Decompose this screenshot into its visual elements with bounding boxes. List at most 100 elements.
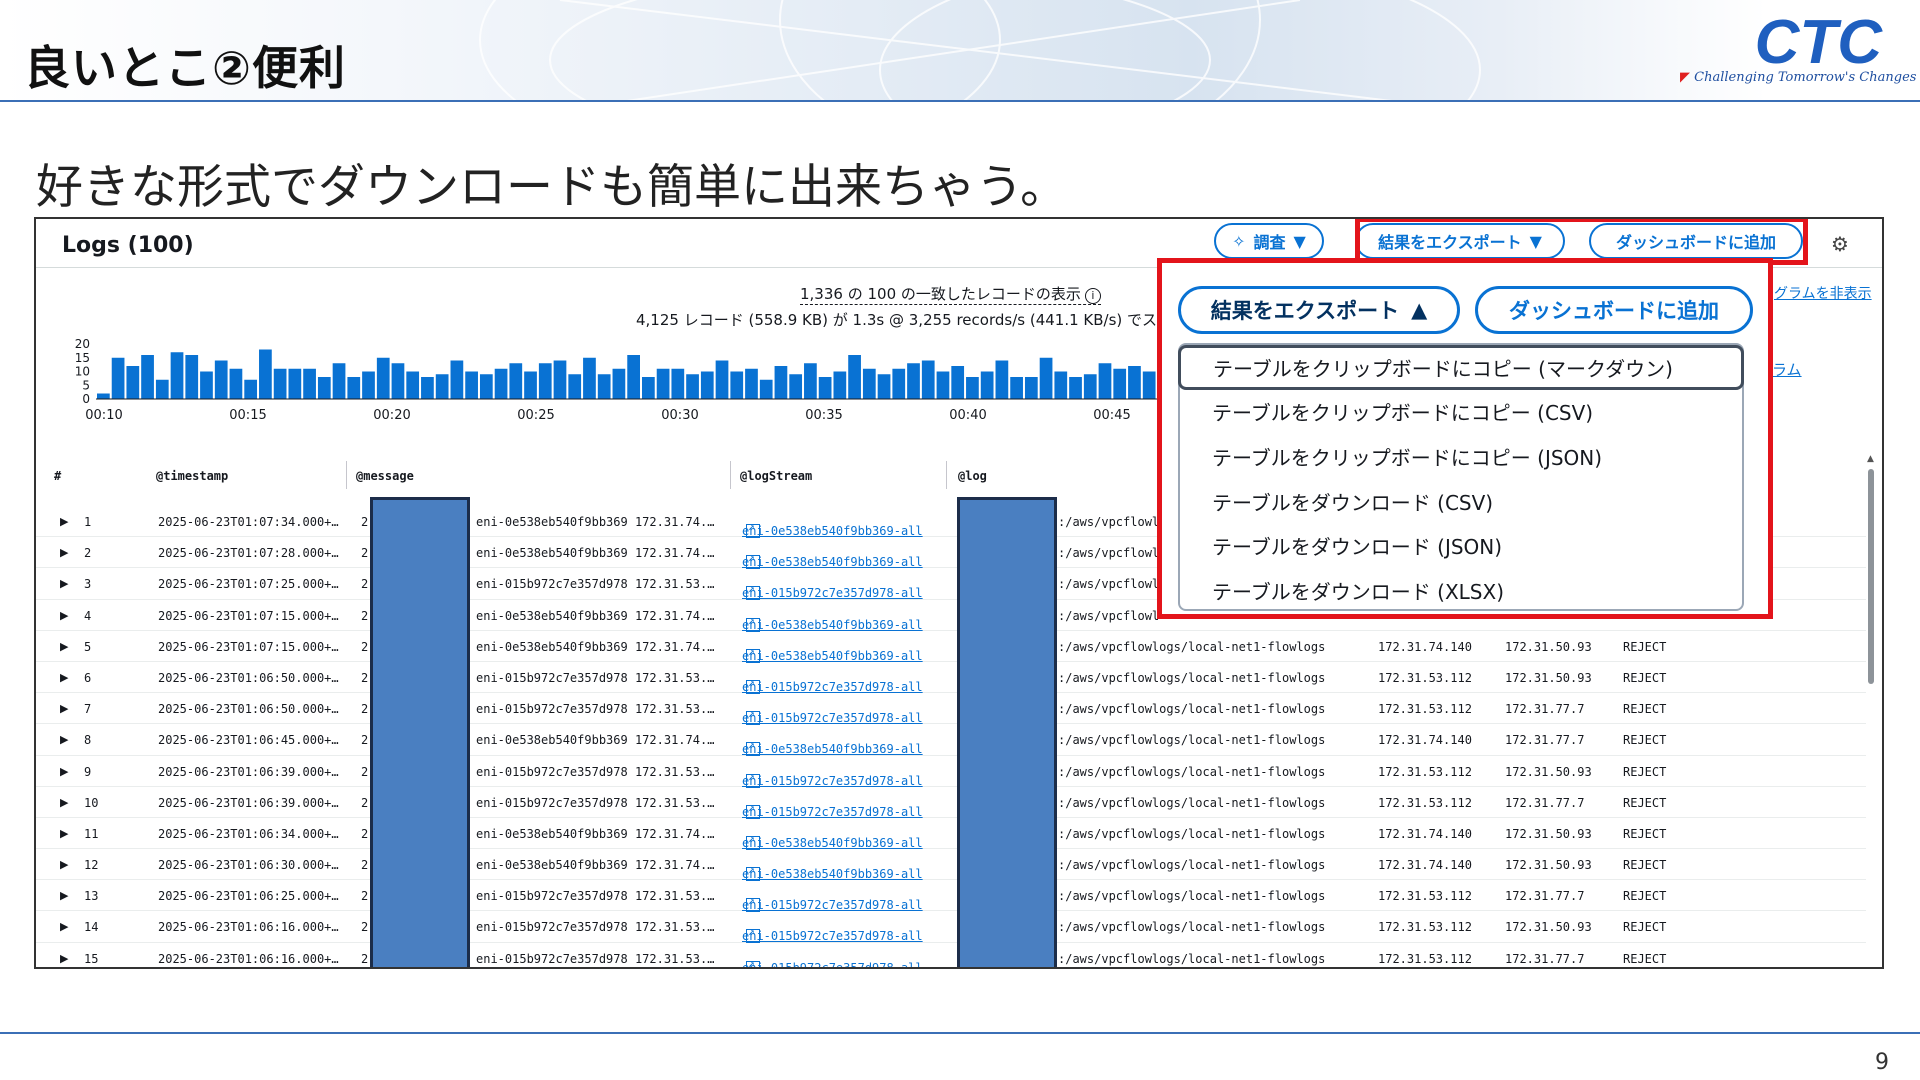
histogram-bar[interactable] (1128, 366, 1141, 399)
investigate-button[interactable]: ✧ 調査 ▼ (1214, 223, 1324, 259)
histogram-bar[interactable] (980, 371, 994, 400)
scrollbar-thumb[interactable] (1868, 469, 1874, 684)
histogram-bar[interactable] (745, 368, 758, 399)
histogram-bar[interactable] (568, 374, 582, 399)
histogram-bar[interactable] (642, 377, 655, 399)
histogram-bar[interactable] (332, 363, 346, 399)
column-header-timestamp[interactable]: @timestamp (156, 469, 228, 483)
histogram-bar[interactable] (877, 374, 891, 399)
histogram-bar[interactable] (612, 368, 626, 399)
logstream-link[interactable]: eni-0e538eb540f9bb369-all (742, 742, 923, 756)
histogram-bar[interactable] (97, 393, 110, 400)
histogram-bar[interactable] (862, 368, 876, 399)
histogram-bar[interactable] (804, 363, 817, 399)
histogram-bar[interactable] (833, 371, 847, 400)
expand-row-icon[interactable]: ▶ (60, 920, 68, 933)
expand-row-icon[interactable]: ▶ (60, 858, 68, 871)
table-row[interactable]: ▶ 9 2025-06-23T01:06:39.000+… 2 eni-015b972c… (36, 756, 1866, 788)
expand-row-icon[interactable]: ▶ (60, 671, 68, 684)
histogram-bar[interactable] (244, 379, 258, 399)
external-link-icon[interactable] (746, 801, 760, 819)
histogram-bar[interactable] (789, 374, 803, 399)
table-row[interactable]: ▶ 13 2025-06-23T01:06:25.000+… 2 eni-015b972… (36, 880, 1866, 913)
column-resizer[interactable] (346, 461, 347, 489)
add-to-dashboard-button-zoomed[interactable]: ダッシュボードに追加 (1475, 286, 1753, 334)
scroll-up-icon[interactable]: ▲ (1867, 454, 1874, 464)
histogram-bar[interactable] (759, 379, 773, 399)
table-row[interactable]: ▶ 12 2025-06-23T01:06:30.000+… 2 eni-0e538eb… (36, 849, 1866, 882)
expand-row-icon[interactable]: ▶ (60, 796, 68, 809)
histogram-bar[interactable] (421, 377, 434, 399)
expand-row-icon[interactable]: ▶ (60, 609, 68, 622)
expand-row-icon[interactable]: ▶ (60, 889, 68, 902)
histogram-bar[interactable] (951, 366, 965, 399)
histogram-bar[interactable] (524, 371, 537, 400)
expand-row-icon[interactable]: ▶ (60, 702, 68, 715)
histogram-bar[interactable] (848, 355, 861, 399)
expand-row-icon[interactable]: ▶ (60, 952, 68, 965)
histogram-bar[interactable] (553, 360, 567, 400)
table-row[interactable]: ▶ 7 2025-06-23T01:06:50.000+… 2 eni-015b972c… (36, 693, 1866, 726)
expand-row-icon[interactable]: ▶ (60, 827, 68, 840)
column-header-logstream[interactable]: @logStream (740, 469, 812, 483)
table-row[interactable]: ▶ 6 2025-06-23T01:06:50.000+… 2 eni-015b972c… (36, 662, 1866, 694)
histogram-bar[interactable] (465, 371, 478, 400)
histogram-bar[interactable] (774, 366, 788, 399)
histogram-bar[interactable] (1098, 363, 1112, 399)
histogram-bar[interactable] (111, 357, 125, 399)
logstream-link[interactable]: eni-015b972c7e357d978-all (742, 680, 923, 694)
histogram-bar[interactable] (214, 360, 228, 400)
external-link-icon[interactable] (746, 707, 760, 726)
histogram-bar[interactable] (155, 379, 169, 399)
expand-row-icon[interactable]: ▶ (60, 546, 68, 559)
histogram-bar[interactable] (435, 374, 449, 399)
histogram-bar[interactable] (700, 371, 714, 400)
histogram-bar[interactable] (1083, 374, 1097, 399)
column-header-message[interactable]: @message (356, 469, 414, 483)
external-link-icon[interactable] (746, 925, 760, 944)
logstream-link[interactable]: eni-0e538eb540f9bb369-all (742, 649, 923, 663)
histogram-bar[interactable] (288, 368, 302, 399)
external-link-icon[interactable] (746, 614, 760, 632)
table-row[interactable]: ▶ 11 2025-06-23T01:06:34.000+… 2 eni-0e538eb… (36, 818, 1866, 850)
export-results-button-open[interactable]: 結果をエクスポート ▲ (1178, 286, 1460, 334)
external-link-icon[interactable] (746, 676, 760, 694)
column-resizer[interactable] (730, 461, 731, 489)
histogram-bar[interactable] (1039, 357, 1053, 399)
logstream-link[interactable]: eni-0e538eb540f9bb369-all (742, 867, 923, 881)
gear-icon[interactable]: ⚙ (1829, 233, 1851, 255)
histogram-bar[interactable] (362, 371, 375, 400)
histogram-bar[interactable] (200, 371, 213, 400)
histogram-bar[interactable] (656, 368, 670, 399)
menu-item-copy-json[interactable]: テーブルをクリップボードにコピー (JSON) (1180, 434, 1742, 479)
logstream-link[interactable]: eni-0e538eb540f9bb369-all (742, 836, 923, 850)
external-link-icon[interactable] (746, 520, 760, 538)
histogram-bar[interactable] (273, 368, 287, 399)
histogram-bar[interactable] (715, 360, 729, 400)
histogram-bar[interactable] (671, 368, 685, 399)
histogram-bar[interactable] (686, 374, 699, 399)
histogram-bar[interactable] (229, 368, 243, 399)
histogram-bar[interactable] (479, 374, 493, 399)
external-link-icon[interactable] (746, 738, 760, 757)
histogram-bar[interactable] (583, 357, 596, 399)
table-row[interactable]: ▶ 15 2025-06-23T01:06:16.000+… 2 eni-015b972… (36, 943, 1866, 967)
histogram-bar[interactable] (391, 363, 405, 399)
table-row[interactable]: ▶ 5 2025-06-23T01:07:15.000+… 2 eni-0e538eb5… (36, 631, 1866, 663)
histogram-bar[interactable] (141, 355, 154, 399)
logstream-link[interactable]: eni-015b972c7e357d978-all (742, 711, 923, 725)
histogram-bar[interactable] (494, 368, 508, 399)
histogram-bar[interactable] (450, 360, 464, 400)
external-link-icon[interactable] (746, 832, 760, 850)
histogram-bar[interactable] (1054, 371, 1068, 400)
histogram-bar[interactable] (1010, 377, 1023, 399)
menu-item-download-xlsx[interactable]: テーブルをダウンロード (XLSX) (1180, 568, 1742, 613)
histogram-bar[interactable] (921, 360, 935, 400)
column-header-log[interactable]: @log (958, 469, 987, 483)
expand-row-icon[interactable]: ▶ (60, 733, 68, 746)
histogram-bar[interactable] (995, 360, 1009, 400)
histogram-bar[interactable] (303, 368, 316, 399)
histogram-bar[interactable] (347, 377, 361, 399)
histogram-bar[interactable] (126, 366, 140, 399)
expand-row-icon[interactable]: ▶ (60, 765, 68, 778)
